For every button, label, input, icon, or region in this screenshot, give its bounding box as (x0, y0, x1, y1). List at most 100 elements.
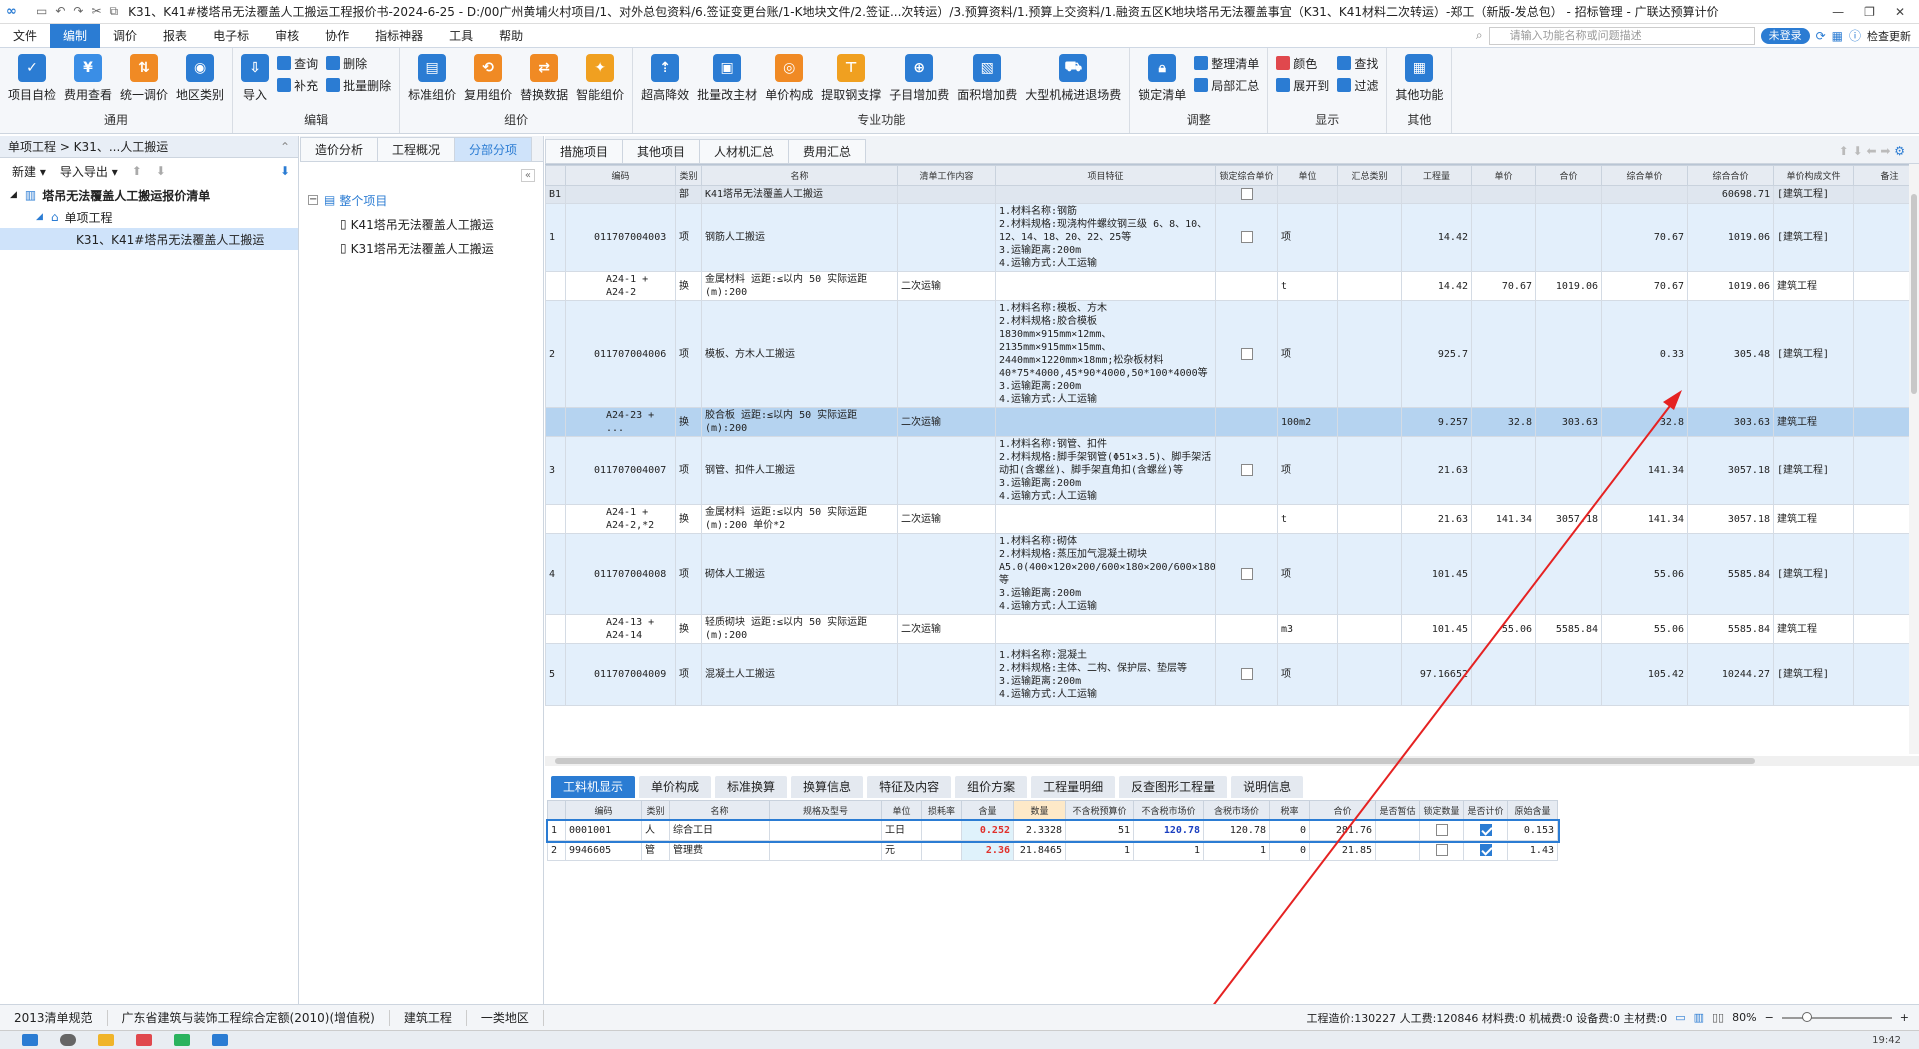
delete-button[interactable]: 删除 (326, 54, 391, 72)
grid-cell[interactable]: 综合工日 (669, 820, 770, 841)
grid-cell[interactable]: 2 (545, 300, 566, 408)
column-header[interactable]: 类别 (675, 165, 702, 186)
grid-cell[interactable] (1337, 436, 1402, 505)
grid-cell[interactable]: 建筑工程 (1773, 271, 1854, 301)
grid-cell[interactable] (1535, 436, 1602, 505)
grid-cell[interactable]: 工日 (881, 820, 922, 841)
quota-row[interactable]: A24-13 + A24-14 换轻质砌块 运距:≤以内 50 实际运距(m):2… (545, 614, 1919, 644)
grid-cell[interactable]: 32.8 (1471, 407, 1536, 437)
grid-cell[interactable]: 换 (675, 614, 702, 644)
grid-cell[interactable] (1471, 533, 1536, 615)
grid-cell[interactable] (1419, 820, 1464, 841)
grid-cell[interactable]: 55.06 (1601, 614, 1688, 644)
grid-cell[interactable]: [建筑工程] (1773, 300, 1854, 408)
menu-edit[interactable]: 编制 (50, 23, 101, 48)
grid-cell[interactable]: t (1277, 504, 1338, 534)
column-header[interactable]: 不含税预算价 (1065, 800, 1134, 821)
grid-cell[interactable]: 011707004009 (565, 643, 676, 706)
grid-cell[interactable]: 011707004008 (565, 533, 676, 615)
lock-quantity-checkbox[interactable] (1435, 844, 1448, 856)
help-icon[interactable]: ⓘ (1849, 27, 1861, 44)
tab-cost-summary[interactable]: 费用汇总 (788, 139, 867, 163)
grid-cell[interactable] (1215, 185, 1278, 204)
quota-row[interactable]: A24-23 + ... 换胶合板 运距:≤以内 50 实际运距(m):200 二次… (545, 407, 1919, 437)
tree-whole-project[interactable]: − ▤ 整个项目 (300, 188, 543, 212)
tab-project-overview[interactable]: 工程概况 (377, 137, 456, 161)
grid-cell[interactable]: 303.63 (1687, 407, 1774, 437)
color-button[interactable]: 颜色 (1276, 54, 1329, 72)
refresh-icon[interactable]: ⟳ (1816, 29, 1826, 43)
grid-cell[interactable] (545, 407, 566, 437)
detail-tab[interactable]: 特征及内容 (867, 776, 952, 798)
new-button[interactable]: 新建 ▾ (12, 163, 46, 180)
search-input[interactable]: 请输入功能名称或问题描述 (1488, 26, 1755, 45)
column-header[interactable] (545, 165, 566, 186)
detail-tab[interactable]: 单价构成 (639, 776, 712, 798)
menu-index[interactable]: 指标神器 (362, 24, 436, 48)
grid-cell[interactable]: 141.34 (1471, 504, 1536, 534)
grid-cell[interactable]: 4 (545, 533, 566, 615)
grid-cell[interactable] (1215, 504, 1278, 534)
grid-cell[interactable] (1471, 203, 1536, 272)
grid-cell[interactable]: 60698.71 (1687, 185, 1774, 204)
grid-cell[interactable]: 1.材料名称:混凝土 2.材料规格:主体、二构、保护层、垫层等 3.运输距离:2… (995, 643, 1216, 706)
menu-adjust[interactable]: 调价 (100, 24, 150, 48)
grid-cell[interactable]: 1.43 (1507, 840, 1558, 861)
column-header[interactable]: 合价 (1535, 165, 1602, 186)
grid-cell[interactable] (1337, 504, 1402, 534)
column-header[interactable]: 是否计价 (1463, 800, 1508, 821)
grid-cell[interactable]: t (1277, 271, 1338, 301)
grid-cell[interactable] (1215, 436, 1278, 505)
grid-cell[interactable]: 55.06 (1471, 614, 1536, 644)
reuse-pricing-button[interactable]: ⟲ 复用组价 (460, 54, 516, 103)
subitem-fee-button[interactable]: ⊕ 子目增加费 (885, 54, 953, 103)
lock-price-checkbox[interactable] (1240, 188, 1253, 200)
grid-cell[interactable] (1601, 185, 1688, 204)
grid-cell[interactable]: 金属材料 运距:≤以内 50 实际运距(m):200 单价*2 (701, 504, 898, 534)
project-check-button[interactable]: ✓ 项目自检 (4, 54, 60, 103)
standard-pricing-button[interactable]: ▤ 标准组价 (404, 54, 460, 103)
region-category-button[interactable]: ◉ 地区类别 (172, 54, 228, 103)
grid-cell[interactable]: 51 (1065, 820, 1134, 841)
grid-cell[interactable]: 303.63 (1535, 407, 1602, 437)
grid-cell[interactable]: 0.252 (961, 820, 1014, 841)
grid-cell[interactable]: 1 (545, 203, 566, 272)
column-header[interactable]: 合价 (1309, 800, 1376, 821)
grid-cell[interactable]: m3 (1277, 614, 1338, 644)
detail-tab[interactable]: 组价方案 (955, 776, 1028, 798)
large-machine-fee-button[interactable]: ⛟ 大型机械进退场费 (1021, 54, 1125, 103)
copy-icon[interactable]: ⧉ (110, 4, 119, 19)
column-header[interactable]: 清单工作内容 (897, 165, 996, 186)
menu-file[interactable]: 文件 (0, 24, 50, 48)
lock-price-checkbox[interactable] (1240, 231, 1253, 243)
save-icon[interactable]: ▭ (36, 4, 47, 19)
grid-cell[interactable]: 项 (1277, 643, 1338, 706)
grid-cell[interactable] (897, 300, 996, 408)
grid-cell[interactable] (1215, 533, 1278, 615)
tab-other-items[interactable]: 其他项目 (622, 139, 701, 163)
lock-price-checkbox[interactable] (1240, 347, 1253, 360)
grid-cell[interactable] (897, 185, 996, 204)
bill-item-row[interactable]: 1 011707004003 项钢筋人工搬运 1.材料名称:钢筋 2.材料规格:现浇构… (545, 203, 1919, 272)
grid-cell[interactable]: 人 (641, 820, 670, 841)
column-header[interactable]: 名称 (701, 165, 898, 186)
is-priced-checkbox[interactable] (1479, 844, 1492, 856)
column-header[interactable]: 汇总类别 (1337, 165, 1402, 186)
expand-icon[interactable]: ◢ (10, 190, 17, 200)
partial-summary-button[interactable]: 局部汇总 (1194, 76, 1259, 94)
grid-cell[interactable] (1215, 300, 1278, 408)
grid-cell[interactable] (1215, 643, 1278, 706)
grid-cell[interactable]: 32.8 (1601, 407, 1688, 437)
resource-row[interactable]: 1 0001001 人综合工日 工日 0.252 2.3328 51 120.78 120.78… (545, 818, 1560, 843)
column-header[interactable]: 单价 (1471, 165, 1536, 186)
grid-cell[interactable]: 101.45 (1401, 614, 1472, 644)
tree-section-k41[interactable]: ▯ K41塔吊无法覆盖人工搬运 (300, 212, 543, 236)
grid-cell[interactable] (995, 271, 1216, 301)
replace-data-button[interactable]: ⇄ 替换数据 (516, 54, 572, 103)
grid-cell[interactable] (897, 643, 996, 706)
grid-cell[interactable] (545, 614, 566, 644)
grid-cell[interactable]: 建筑工程 (1773, 504, 1854, 534)
grid-cell[interactable]: 胶合板 运距:≤以内 50 实际运距(m):200 (701, 407, 898, 437)
download-icon[interactable]: ⬇ (280, 164, 290, 178)
tab-measures[interactable]: 措施项目 (545, 139, 624, 163)
